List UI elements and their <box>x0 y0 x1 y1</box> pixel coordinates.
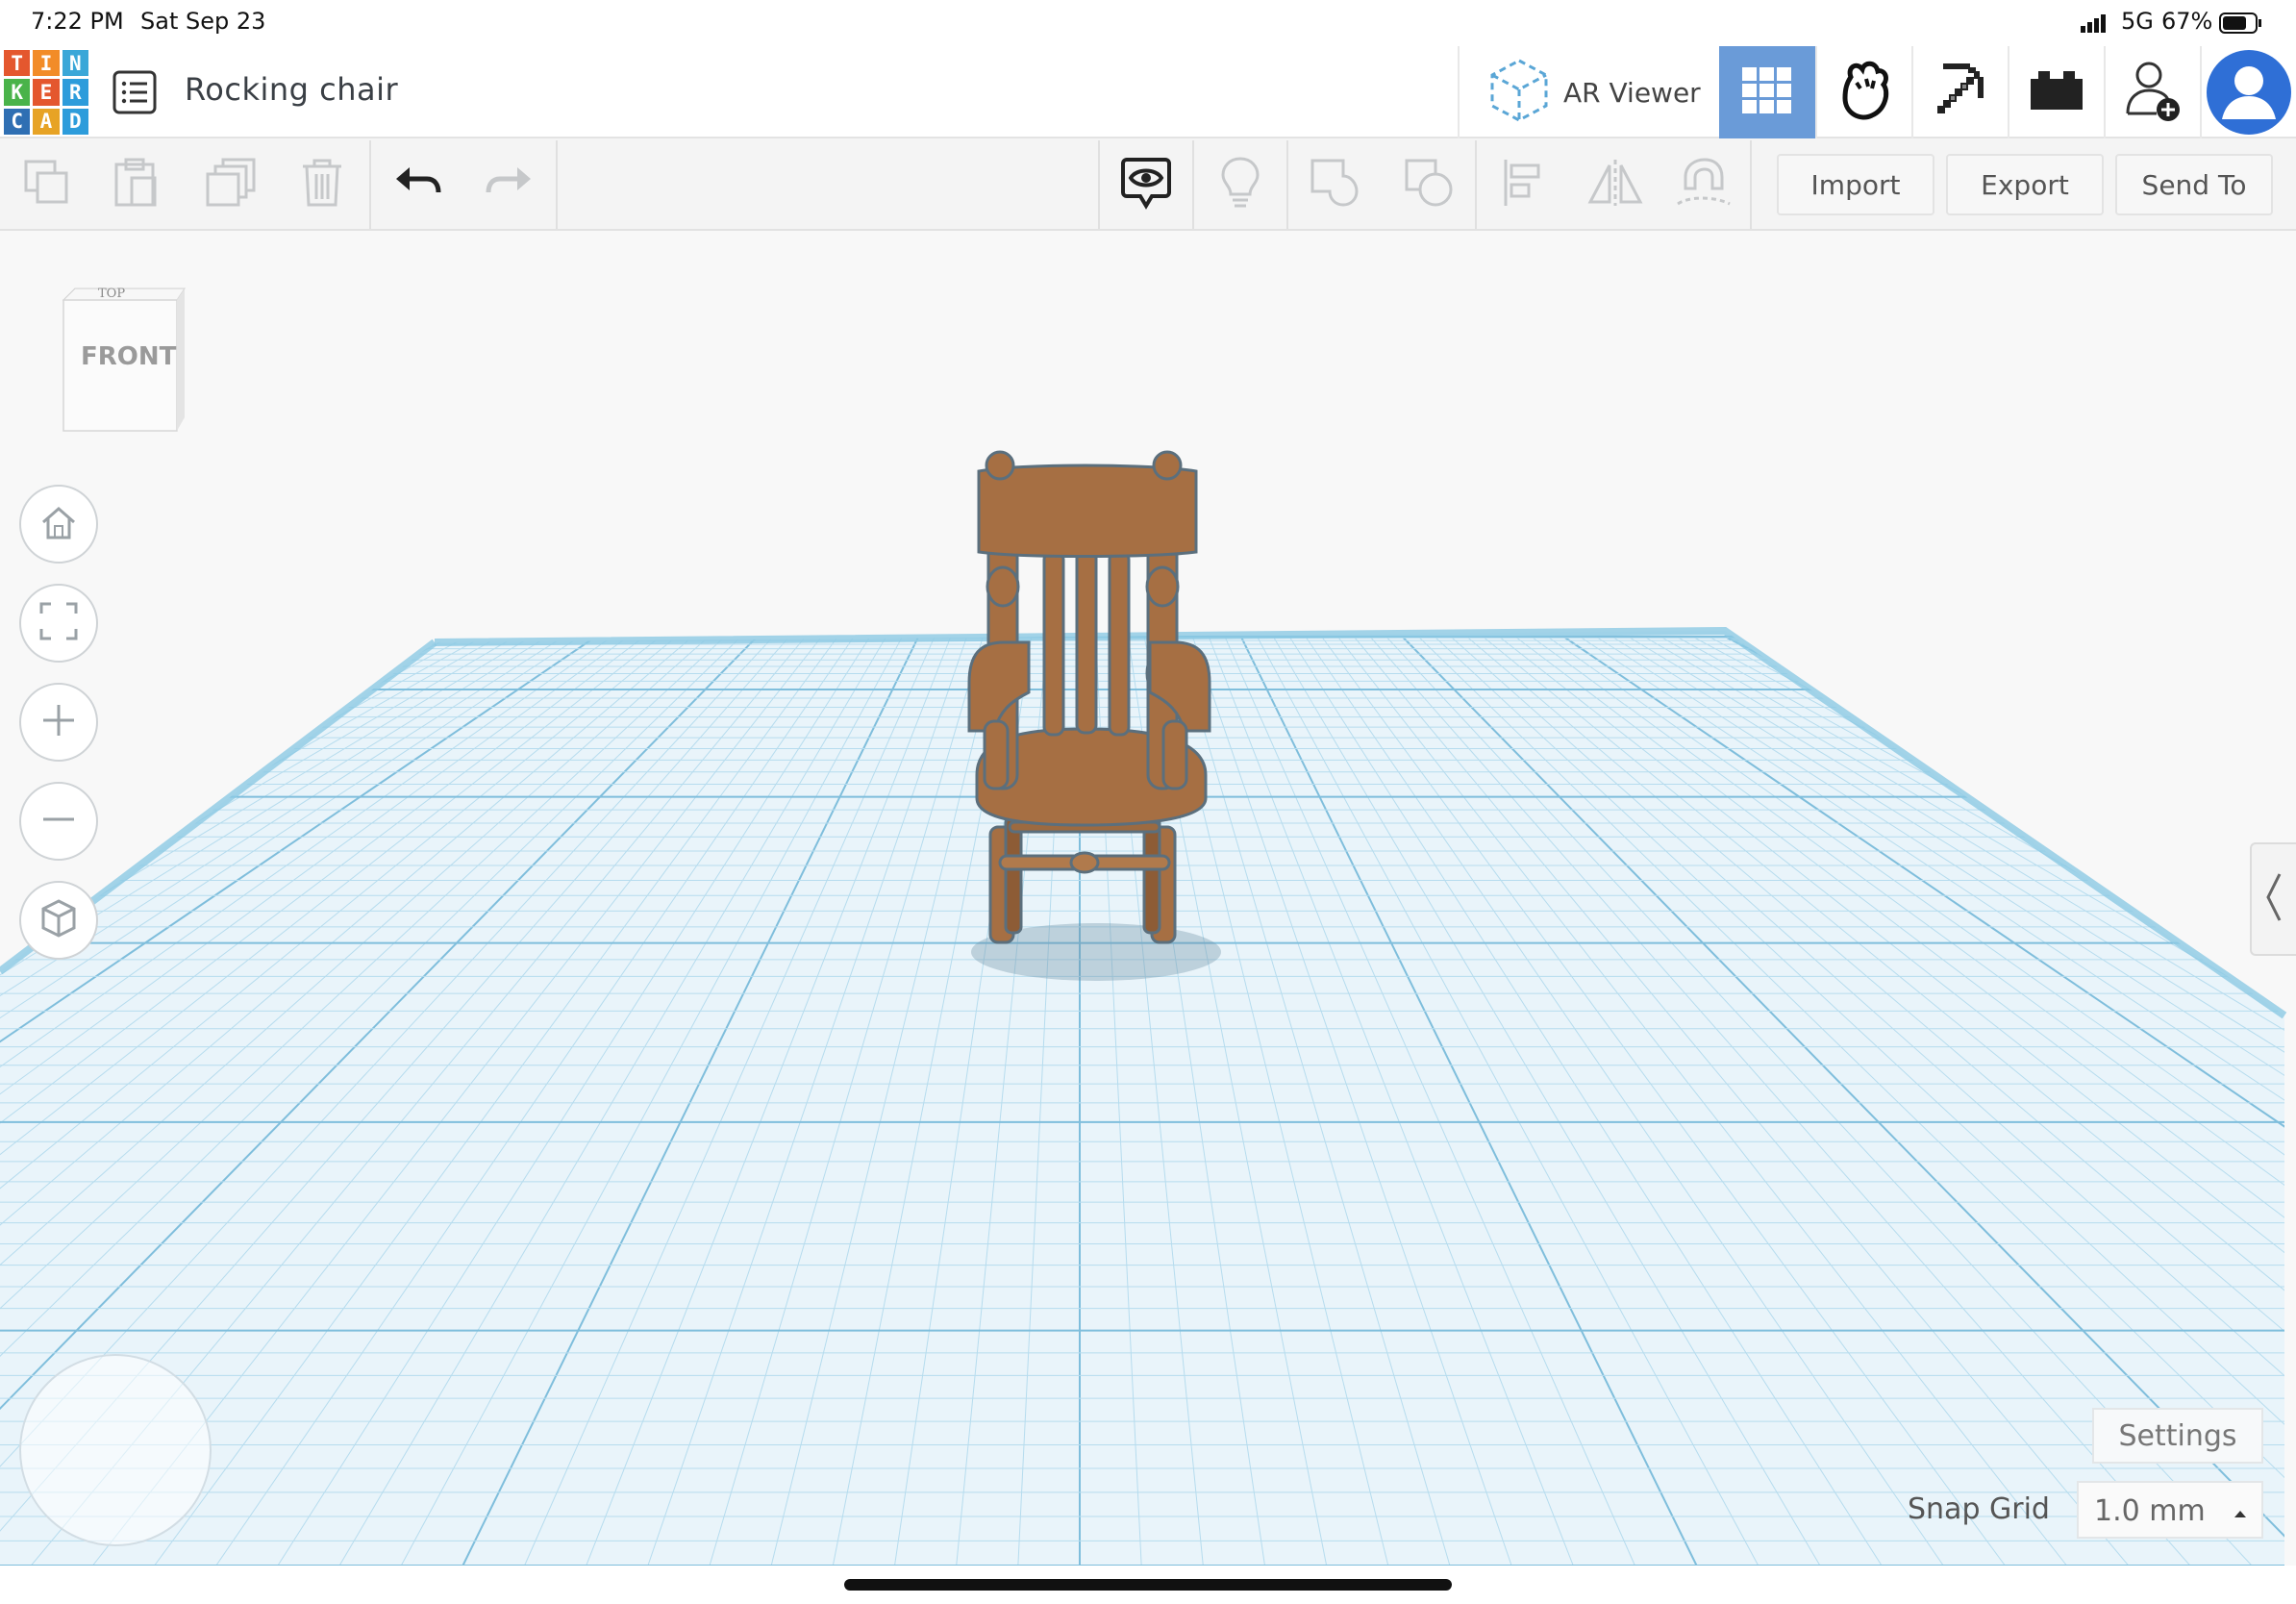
blocks-view-icon <box>1837 60 1891 125</box>
rocking-chair-model[interactable] <box>967 450 1211 944</box>
group-button[interactable] <box>1300 140 1369 229</box>
lightbulb-icon <box>1219 156 1261 213</box>
fit-view-button[interactable] <box>19 584 98 663</box>
settings-button[interactable]: Settings <box>2092 1408 2263 1464</box>
signal-icon <box>2081 13 2108 37</box>
delete-button[interactable] <box>288 140 356 229</box>
trash-icon <box>299 157 345 213</box>
perspective-toggle-button[interactable] <box>19 881 98 960</box>
redo-button[interactable] <box>475 140 542 229</box>
ar-viewer-button[interactable]: AR Viewer <box>1458 46 1719 138</box>
toolbar-divider <box>369 140 371 229</box>
duplicate-button[interactable] <box>198 140 265 229</box>
snap-grid-select[interactable]: 1.0 mm <box>2077 1481 2263 1539</box>
group-icon <box>1309 157 1360 213</box>
plus-icon <box>41 703 76 741</box>
logo-letter: D <box>62 108 88 135</box>
view-cube[interactable]: TOP FRONT <box>56 287 190 440</box>
zoom-out-button[interactable] <box>19 782 98 861</box>
align-button[interactable] <box>1488 140 1558 229</box>
redo-icon <box>485 163 533 206</box>
logo-letter: E <box>33 79 60 106</box>
ar-viewer-label: AR Viewer <box>1563 76 1701 109</box>
toolbar-divider <box>1475 140 1477 229</box>
battery-percent: 67% <box>2161 8 2213 35</box>
notes-visibility-button[interactable] <box>1111 140 1181 229</box>
send-to-button[interactable]: Send To <box>2115 154 2273 215</box>
toolbar-divider <box>1286 140 1288 229</box>
status-date: Sat Sep 23 <box>140 8 266 35</box>
paste-icon <box>112 157 159 213</box>
undo-icon <box>394 163 442 206</box>
eye-comment-icon <box>1121 156 1171 213</box>
zoom-in-button[interactable] <box>19 683 98 762</box>
magnet-icon <box>1676 156 1732 213</box>
toolbar-divider <box>556 140 558 229</box>
invite-user-button[interactable] <box>2104 46 2200 138</box>
minus-icon <box>41 802 76 840</box>
mirror-button[interactable] <box>1581 140 1650 229</box>
mirror-icon <box>1586 158 1644 212</box>
view-cube-top-label[interactable]: TOP <box>98 287 125 301</box>
toolbar-divider <box>1192 140 1194 229</box>
home-icon <box>39 505 78 543</box>
bricks-view-button[interactable] <box>1911 46 2008 138</box>
cruise-button[interactable] <box>1669 140 1738 229</box>
design-list-icon[interactable] <box>112 69 158 115</box>
toolbar-divider <box>1750 140 1752 229</box>
copy-button[interactable] <box>13 140 81 229</box>
workplane-grid[interactable] <box>0 231 2296 1566</box>
logo-letter: I <box>33 50 60 77</box>
grid-view-button[interactable] <box>1719 46 1815 138</box>
logo-letter: N <box>62 50 88 77</box>
logo-letter: R <box>62 79 88 106</box>
duplicate-icon <box>206 157 258 213</box>
user-avatar[interactable] <box>2200 46 2296 138</box>
status-time: 7:22 PM <box>31 8 124 35</box>
chevron-left-icon <box>2264 872 2284 926</box>
orbit-joystick[interactable] <box>19 1354 212 1546</box>
blocks-view-button[interactable] <box>1815 46 1911 138</box>
view-cube-front-label[interactable]: FRONT <box>81 342 176 371</box>
home-view-button[interactable] <box>19 485 98 564</box>
network-type: 5G <box>2121 8 2154 35</box>
add-user-icon <box>2122 58 2184 127</box>
export-button[interactable]: Export <box>1946 154 2104 215</box>
hint-button[interactable] <box>1206 140 1275 229</box>
status-bar: 7:22 PM Sat Sep 23 5G 67% <box>0 0 2296 46</box>
undo-button[interactable] <box>385 140 452 229</box>
align-icon <box>1502 158 1544 212</box>
lego-view-button[interactable] <box>2008 46 2104 138</box>
import-button[interactable]: Import <box>1777 154 1934 215</box>
home-indicator <box>844 1579 1452 1591</box>
toolbar-divider <box>1098 140 1100 229</box>
paste-button[interactable] <box>102 140 169 229</box>
snap-grid-label: Snap Grid <box>1908 1492 2050 1526</box>
logo-letter: T <box>4 50 31 77</box>
logo-letter: C <box>4 108 31 135</box>
copy-icon <box>22 158 72 212</box>
project-title[interactable]: Rocking chair <box>185 71 398 108</box>
fit-all-icon <box>39 602 78 644</box>
caret-up-icon <box>2233 1504 2248 1522</box>
tinkercad-logo[interactable]: T I N K E R C A D <box>4 50 88 135</box>
workplane-viewport[interactable]: TOP FRONT Settings Snap Grid 1.0 mm <box>0 231 2296 1566</box>
minecraft-pickaxe-icon <box>1930 60 1991 125</box>
panel-collapse-tab[interactable] <box>2250 842 2296 956</box>
logo-letter: A <box>33 108 60 135</box>
snap-grid-value: 1.0 mm <box>2094 1494 2206 1528</box>
ungroup-button[interactable] <box>1394 140 1463 229</box>
cube-icon <box>39 898 78 942</box>
lego-brick-icon <box>2031 71 2083 113</box>
ungroup-icon <box>1403 157 1455 213</box>
grid-view-icon <box>1742 67 1792 117</box>
ar-cube-icon <box>1488 57 1550 128</box>
logo-letter: K <box>4 79 31 106</box>
battery-icon <box>2219 12 2263 38</box>
